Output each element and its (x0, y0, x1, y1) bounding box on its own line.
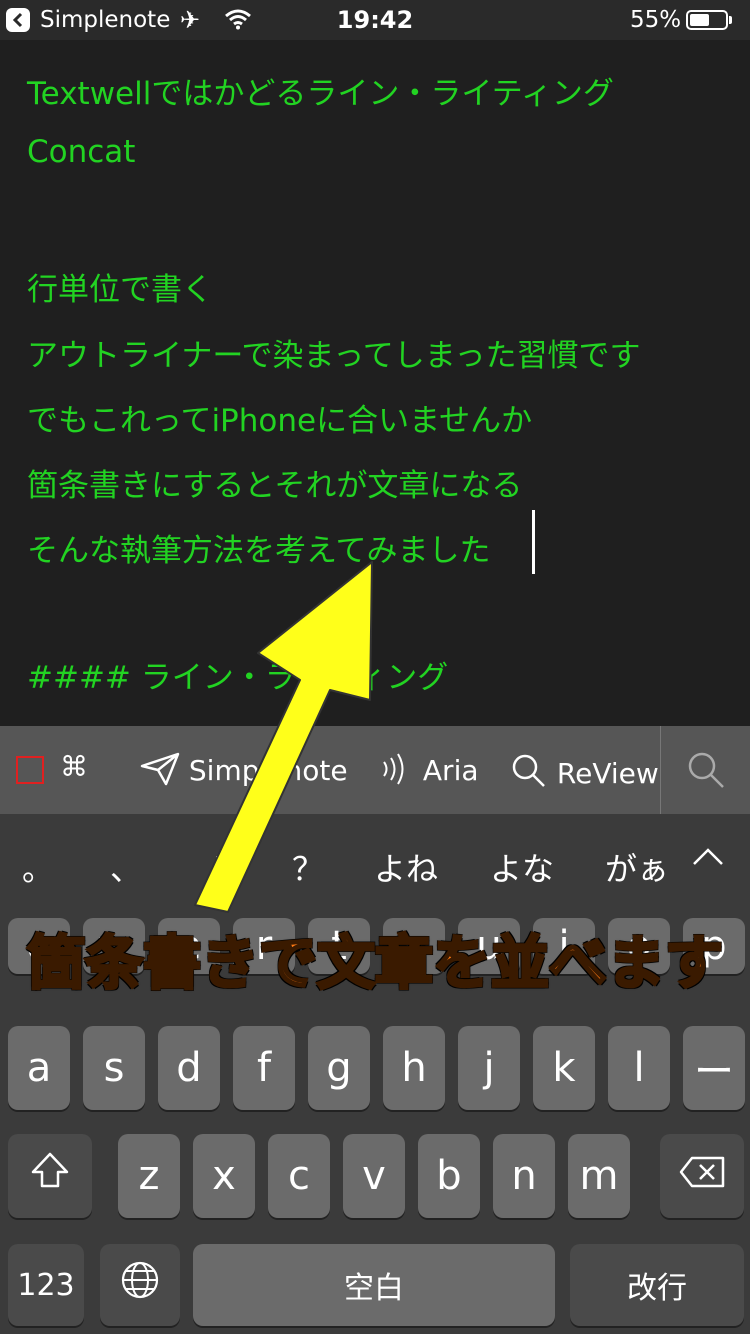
annotation-arrow-icon (194, 561, 373, 913)
annotation-caption: 箇条書きで文章を並べます (25, 928, 724, 999)
